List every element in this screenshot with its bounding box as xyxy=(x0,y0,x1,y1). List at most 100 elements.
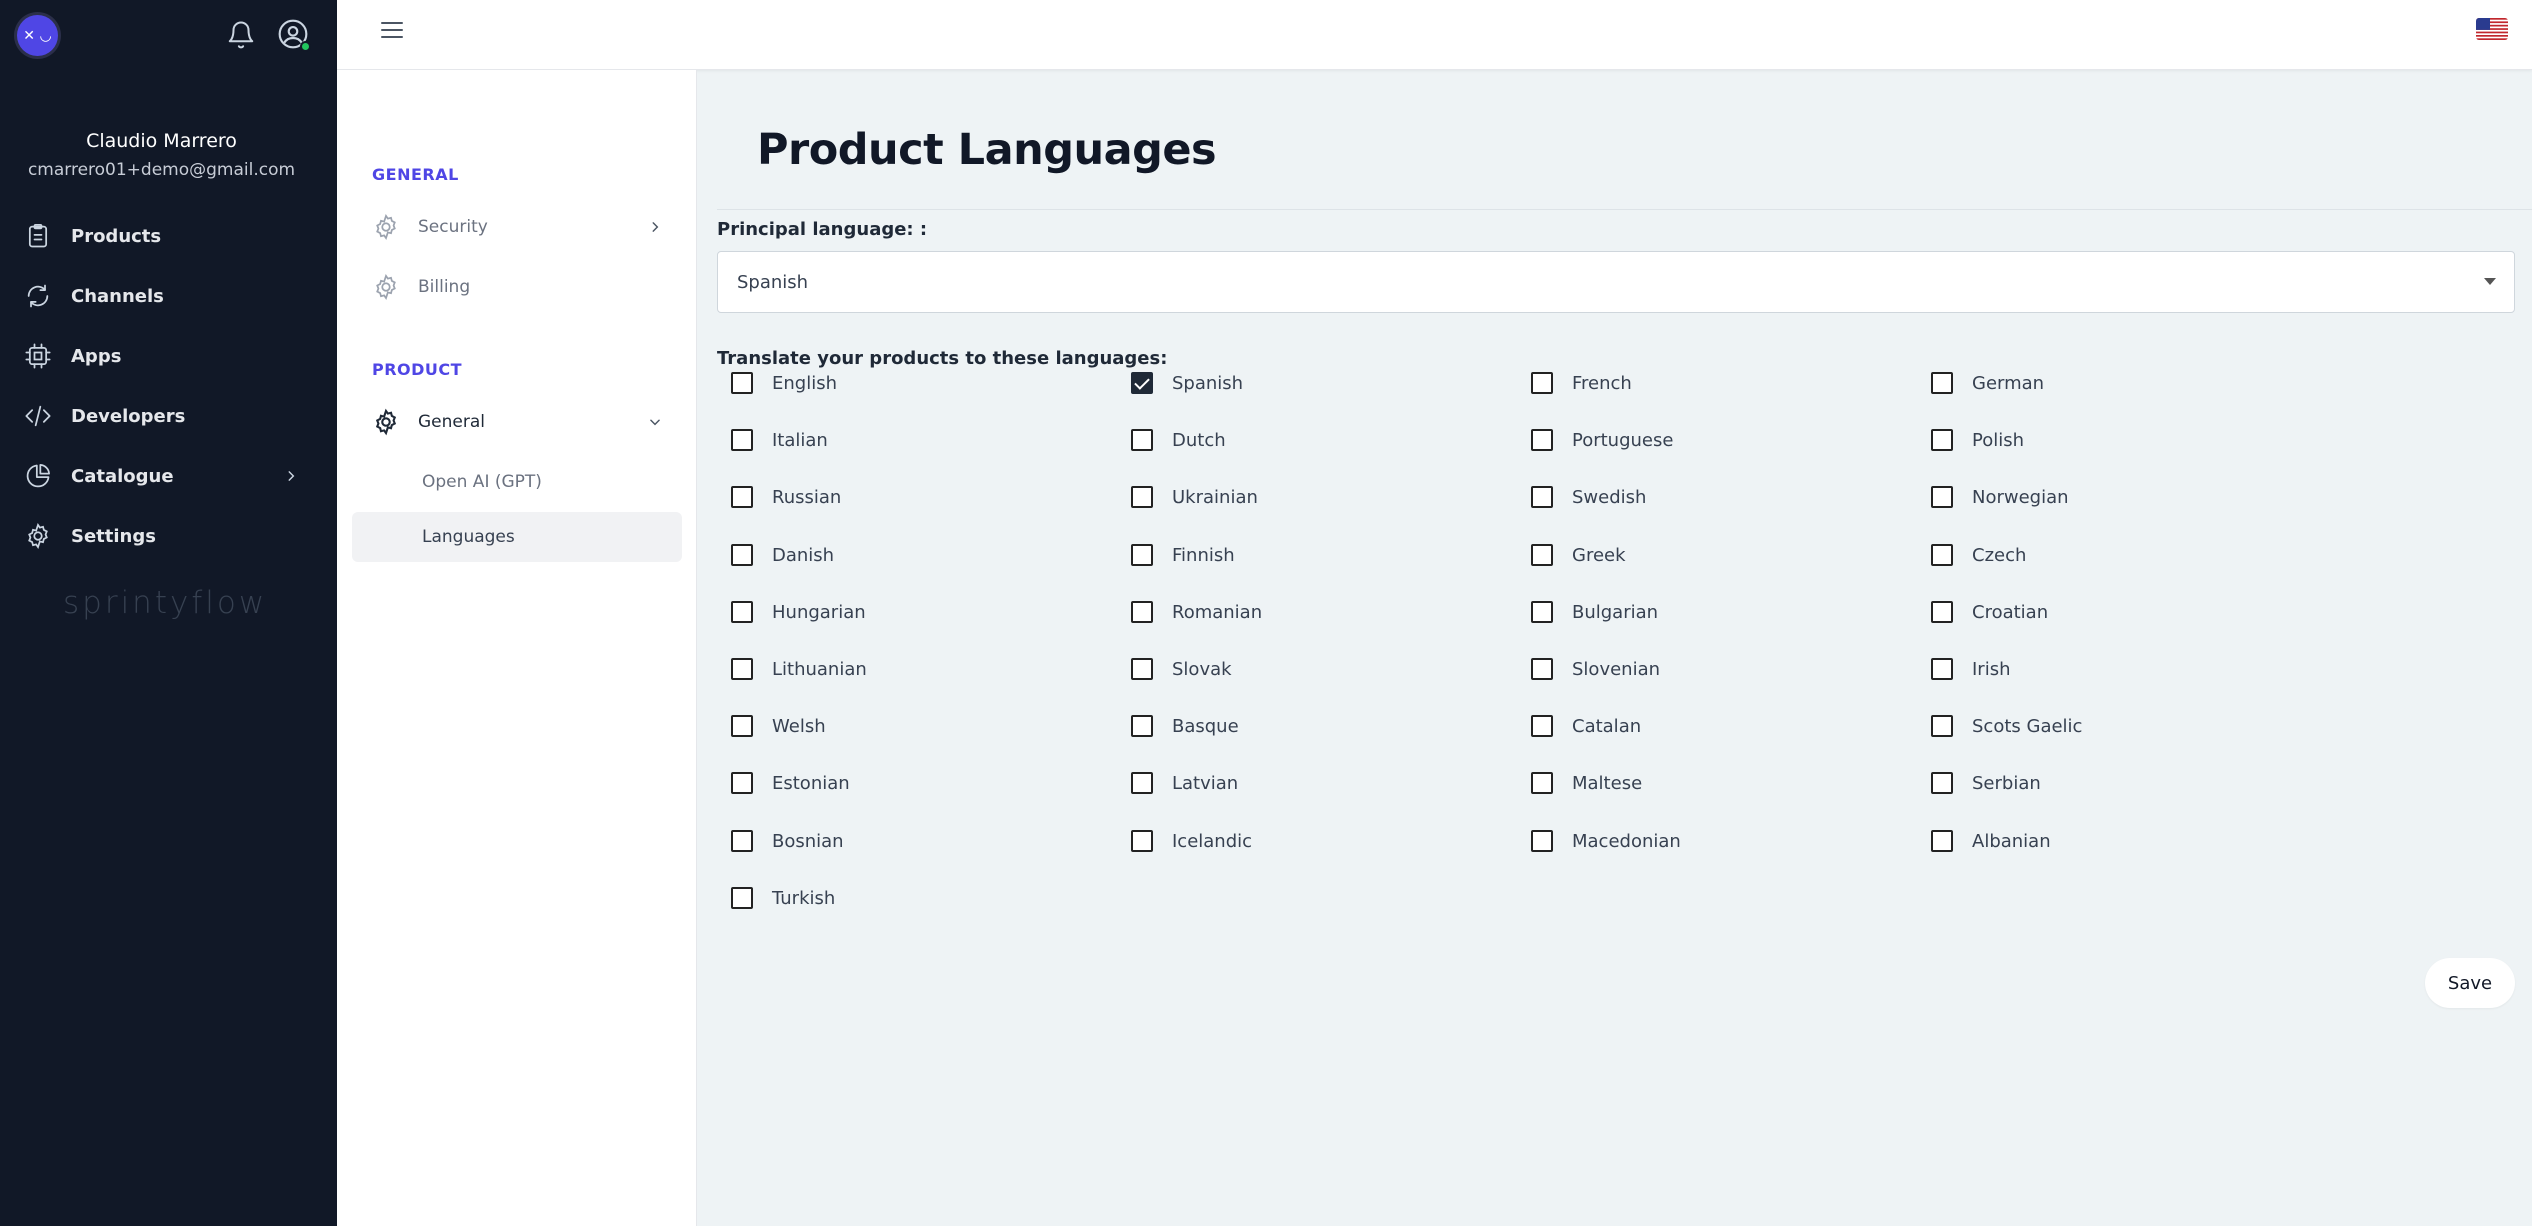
language-option[interactable]: Dutch xyxy=(1131,425,1226,455)
language-checkbox[interactable] xyxy=(1931,429,1953,451)
language-checkbox[interactable] xyxy=(1131,486,1153,508)
language-checkbox[interactable] xyxy=(1531,601,1553,623)
subnav-item-languages[interactable]: Languages xyxy=(352,512,682,562)
language-option[interactable]: Catalan xyxy=(1531,711,1641,741)
language-checkbox[interactable] xyxy=(731,486,753,508)
language-checkbox[interactable] xyxy=(1131,658,1153,680)
language-label: Italian xyxy=(772,429,828,451)
language-label: Basque xyxy=(1172,715,1239,737)
subnav-item-openai[interactable]: Open AI (GPT) xyxy=(352,457,682,507)
subnav-item-security[interactable]: Security xyxy=(372,207,672,247)
language-option[interactable]: Icelandic xyxy=(1131,826,1252,856)
language-checkbox[interactable] xyxy=(1531,486,1553,508)
language-checkbox[interactable] xyxy=(1531,429,1553,451)
language-checkbox[interactable] xyxy=(1931,658,1953,680)
language-checkbox[interactable] xyxy=(1931,601,1953,623)
language-checkbox[interactable] xyxy=(1131,715,1153,737)
language-option[interactable]: Finnish xyxy=(1131,540,1235,570)
language-checkbox[interactable] xyxy=(1131,544,1153,566)
language-checkbox[interactable] xyxy=(1131,429,1153,451)
language-checkbox[interactable] xyxy=(1531,544,1553,566)
language-checkbox[interactable] xyxy=(1531,715,1553,737)
nav-item-settings[interactable]: Settings xyxy=(0,506,337,566)
language-option[interactable]: Swedish xyxy=(1531,482,1646,512)
language-option[interactable]: Italian xyxy=(731,425,828,455)
language-option[interactable]: Ukrainian xyxy=(1131,482,1258,512)
app-sidebar: ✕ ◡ Claudio Marrero cmarrero01+demo@gmai… xyxy=(0,0,337,1226)
language-checkbox[interactable] xyxy=(731,772,753,794)
language-checkbox[interactable] xyxy=(1931,830,1953,852)
language-checkbox[interactable] xyxy=(1131,830,1153,852)
nav-item-products[interactable]: Products xyxy=(0,206,337,266)
language-checkbox[interactable] xyxy=(1131,772,1153,794)
nav-item-apps[interactable]: Apps xyxy=(0,326,337,386)
language-checkbox[interactable] xyxy=(1931,486,1953,508)
language-option[interactable]: Danish xyxy=(731,540,834,570)
subnav-item-general[interactable]: General xyxy=(372,402,672,442)
language-checkbox[interactable] xyxy=(731,429,753,451)
language-option[interactable]: Bulgarian xyxy=(1531,597,1658,627)
language-option[interactable]: Slovenian xyxy=(1531,654,1660,684)
language-option[interactable]: Norwegian xyxy=(1931,482,2069,512)
language-option[interactable]: Macedonian xyxy=(1531,826,1681,856)
language-option[interactable]: Serbian xyxy=(1931,768,2041,798)
language-option[interactable]: Lithuanian xyxy=(731,654,867,684)
language-option[interactable]: Turkish xyxy=(731,883,835,913)
language-option[interactable]: Maltese xyxy=(1531,768,1642,798)
language-option[interactable]: Hungarian xyxy=(731,597,866,627)
language-option[interactable]: Croatian xyxy=(1931,597,2048,627)
language-option[interactable]: Greek xyxy=(1531,540,1626,570)
language-label: Latvian xyxy=(1172,772,1239,794)
language-option[interactable]: Scots Gaelic xyxy=(1931,711,2082,741)
language-checkbox[interactable] xyxy=(1531,830,1553,852)
language-option[interactable]: Welsh xyxy=(731,711,826,741)
language-checkbox[interactable] xyxy=(731,658,753,680)
language-checkbox[interactable] xyxy=(1531,772,1553,794)
language-option[interactable]: Polish xyxy=(1931,425,2024,455)
us-flag-icon[interactable] xyxy=(2476,18,2508,40)
language-checkbox[interactable] xyxy=(1931,772,1953,794)
bell-icon[interactable] xyxy=(226,20,256,50)
language-option[interactable]: English xyxy=(731,368,837,398)
language-option[interactable]: Estonian xyxy=(731,768,850,798)
language-checkbox[interactable] xyxy=(731,372,753,394)
nav-item-catalogue[interactable]: Catalogue xyxy=(0,446,337,506)
language-checkbox[interactable] xyxy=(1531,658,1553,680)
nav-item-channels[interactable]: Channels xyxy=(0,266,337,326)
language-option[interactable]: Russian xyxy=(731,482,841,512)
language-option[interactable]: Romanian xyxy=(1131,597,1262,627)
language-checkbox[interactable] xyxy=(731,887,753,909)
language-option[interactable]: German xyxy=(1931,368,2044,398)
save-button[interactable]: Save xyxy=(2425,958,2515,1008)
language-checkbox[interactable] xyxy=(1931,715,1953,737)
translate-languages-label: Translate your products to these languag… xyxy=(717,348,1168,369)
language-option[interactable]: Bosnian xyxy=(731,826,844,856)
language-checkbox[interactable] xyxy=(1931,544,1953,566)
language-checkbox[interactable] xyxy=(731,544,753,566)
language-option[interactable]: Czech xyxy=(1931,540,2026,570)
language-option[interactable]: Spanish xyxy=(1131,368,1243,398)
language-checkbox[interactable] xyxy=(1131,372,1153,394)
language-label: German xyxy=(1972,372,2045,394)
sync-icon xyxy=(27,284,49,308)
hamburger-menu-icon[interactable] xyxy=(379,18,405,42)
subnav-item-billing[interactable]: Billing xyxy=(372,267,672,307)
nav-label: Apps xyxy=(71,345,122,367)
language-option[interactable]: Latvian xyxy=(1131,768,1238,798)
user-avatar[interactable] xyxy=(277,18,311,52)
language-option[interactable]: French xyxy=(1531,368,1632,398)
language-checkbox[interactable] xyxy=(731,601,753,623)
language-option[interactable]: Albanian xyxy=(1931,826,2051,856)
language-checkbox[interactable] xyxy=(1931,372,1953,394)
language-checkbox[interactable] xyxy=(1131,601,1153,623)
language-checkbox[interactable] xyxy=(731,830,753,852)
nav-item-developers[interactable]: Developers xyxy=(0,386,337,446)
app-logo[interactable]: ✕ ◡ xyxy=(17,15,58,56)
language-checkbox[interactable] xyxy=(1531,372,1553,394)
language-checkbox[interactable] xyxy=(731,715,753,737)
language-option[interactable]: Basque xyxy=(1131,711,1239,741)
language-option[interactable]: Irish xyxy=(1931,654,2011,684)
language-option[interactable]: Portuguese xyxy=(1531,425,1673,455)
language-option[interactable]: Slovak xyxy=(1131,654,1232,684)
principal-language-select[interactable]: Spanish xyxy=(717,251,2515,313)
